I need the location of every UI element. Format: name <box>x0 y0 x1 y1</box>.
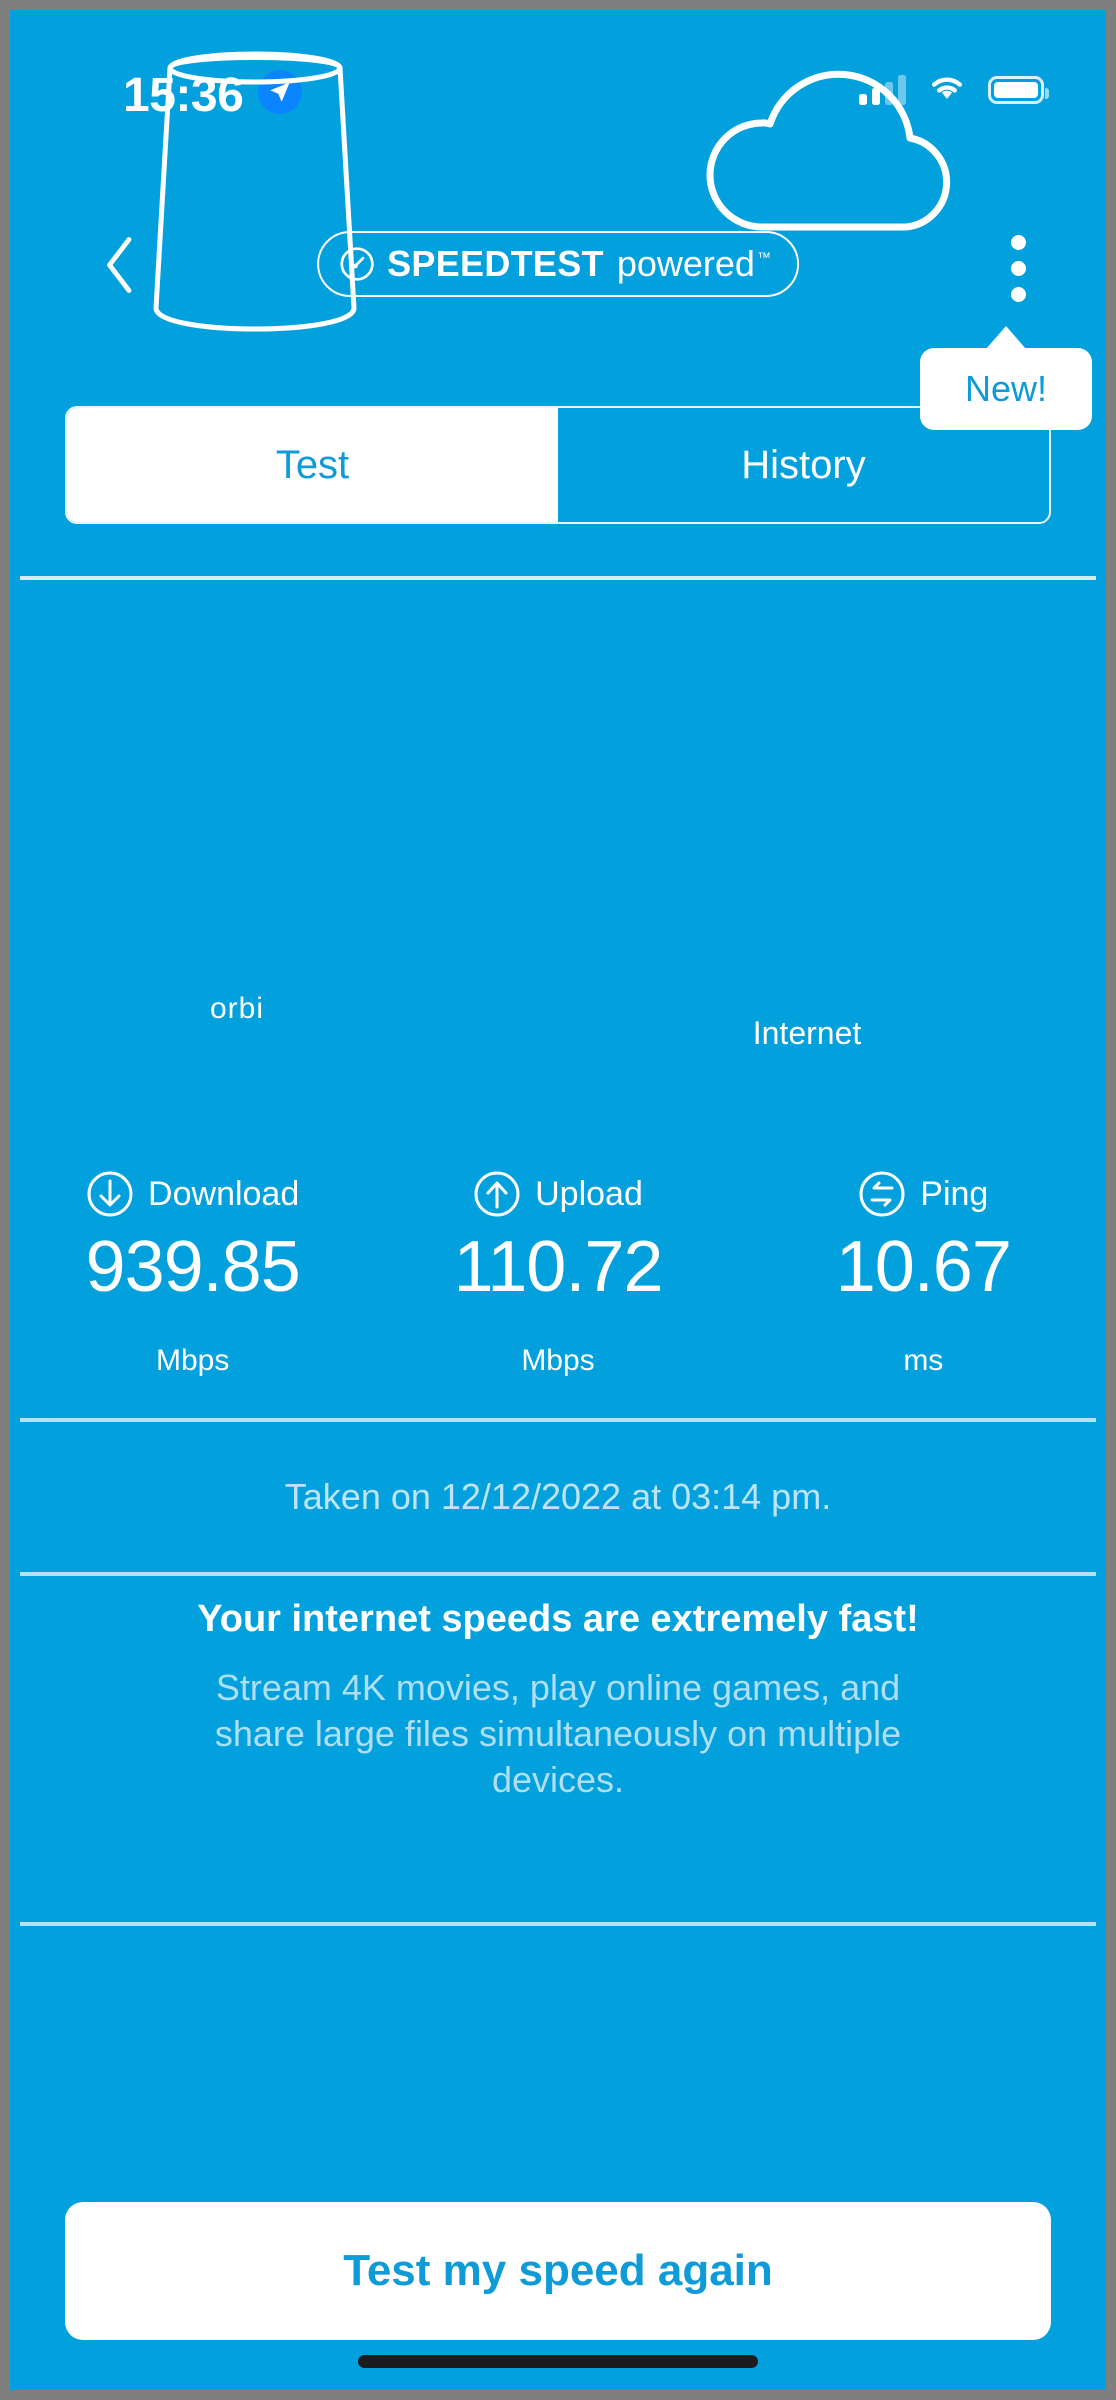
result-message-title: Your internet speeds are extremely fast! <box>197 1598 919 1640</box>
tab-bar: Test History <box>65 406 1051 524</box>
result-message-subtitle: Stream 4K movies, play online games, and… <box>214 1667 902 1801</box>
tab-test-label: Test <box>275 442 350 487</box>
battery-icon <box>988 75 1049 104</box>
test-again-button-label: Test my speed again <box>343 2246 773 2295</box>
orbi-brand-label: orbi <box>210 992 265 1025</box>
phone-screen: 15:36 SPEEDTEST powered ™ New! Test Hist… <box>10 10 1106 2390</box>
internet-label: Internet <box>752 1015 862 1051</box>
test-again-button[interactable]: Test my speed again <box>65 2202 1051 2340</box>
test-timestamp: Taken on 12/12/2022 at 03:14 pm. <box>284 1476 832 1517</box>
metric-ping-unit: ms <box>903 1344 944 1377</box>
orbi-router-icon <box>140 40 370 355</box>
logo-trademark: ™ <box>756 249 771 265</box>
cloud-icon <box>682 42 982 247</box>
metric-upload-unit: Mbps <box>521 1344 595 1377</box>
divider-above-cta <box>20 1922 1096 1926</box>
result-message: Your internet speeds are extremely fast!… <box>10 1598 1106 1803</box>
logo-powered-text: powered <box>616 243 755 284</box>
metrics-row: Download 939.85 Mbps Upload 110.72 Mbps <box>10 1170 1106 1378</box>
home-indicator-bar <box>358 2355 758 2368</box>
metric-ping-label: Ping <box>920 1174 989 1213</box>
tab-history-label: History <box>741 442 866 487</box>
metric-download-unit: Mbps <box>155 1344 230 1377</box>
download-arrow-icon <box>87 1171 133 1217</box>
tab-history[interactable]: History <box>558 408 1049 522</box>
metric-download: Download 939.85 Mbps <box>10 1170 375 1378</box>
metric-ping: Ping 10.67 ms <box>741 1170 1106 1378</box>
kebab-menu-icon[interactable] <box>990 233 1046 303</box>
tab-test[interactable]: Test <box>67 408 558 522</box>
logo-brand-text: SPEEDTEST <box>387 243 604 284</box>
divider-under-tabs <box>20 576 1096 580</box>
divider-above-timestamp <box>20 1418 1096 1422</box>
ping-exchange-icon <box>859 1171 905 1217</box>
metric-upload-value: 110.72 <box>453 1227 664 1307</box>
upload-arrow-icon <box>474 1171 520 1217</box>
metric-upload: Upload 110.72 Mbps <box>375 1170 740 1378</box>
metric-upload-label: Upload <box>535 1174 643 1213</box>
divider-above-message <box>20 1572 1096 1576</box>
metric-download-label: Download <box>148 1174 300 1213</box>
tooltip-label: New! <box>964 368 1048 409</box>
metric-ping-value: 10.67 <box>835 1227 1012 1307</box>
metric-download-value: 939.85 <box>85 1227 301 1307</box>
chevron-left-icon <box>107 237 132 293</box>
